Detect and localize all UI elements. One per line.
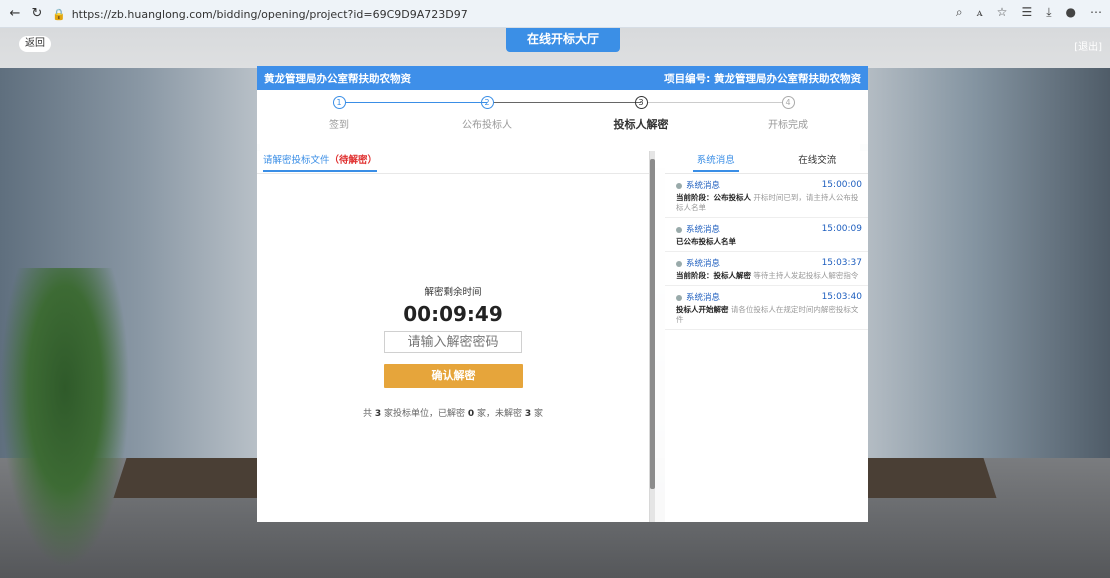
user-icon xyxy=(676,226,682,233)
message-sender: 系统消息 xyxy=(676,179,720,191)
user-icon xyxy=(676,182,682,189)
step-label: 签到 xyxy=(329,120,349,131)
tab-system-messages[interactable]: 系统消息 xyxy=(665,151,767,173)
message-item: 系统消息 15:00:00 当前阶段：公布投标人 开标时间已到，请主持人公布投标… xyxy=(665,174,868,218)
user-icon xyxy=(676,260,682,267)
favorites-icon[interactable]: ☰ xyxy=(1021,5,1032,20)
message-stage: 当前阶段：公布投标人 xyxy=(676,193,751,202)
step-number: 3 xyxy=(634,96,648,109)
step-opening-complete: 4 开标完成 xyxy=(748,96,828,131)
step-label: 投标人解密 xyxy=(613,118,669,131)
sender-name: 系统消息 xyxy=(686,181,721,191)
step-label: 开标完成 xyxy=(768,120,808,131)
message-sender: 系统消息 xyxy=(676,257,720,269)
decrypt-pane: 请解密投标文件（待解密） 解密剩余时间 00:09:49 确认解密 共 3 家投… xyxy=(257,151,655,522)
download-icon[interactable]: ⤓ xyxy=(1046,5,1051,20)
scrollbar-thumb[interactable] xyxy=(650,159,655,489)
remaining-time-label: 解密剩余时间 xyxy=(424,287,482,298)
sender-name: 系统消息 xyxy=(686,259,721,269)
reload-icon[interactable]: ↻ xyxy=(28,6,46,21)
message-text: 等待主持人发起投标人解密指令 xyxy=(753,271,859,280)
step-bidder-decrypt: 3 投标人解密 xyxy=(601,96,681,132)
back-button[interactable]: 返回 xyxy=(19,36,51,52)
url-text: https://zb.huanglong.com/bidding/opening… xyxy=(71,7,468,21)
message-sender: 系统消息 xyxy=(676,291,720,303)
sender-name: 系统消息 xyxy=(686,293,721,303)
plant xyxy=(0,268,130,568)
message-time: 15:03:37 xyxy=(821,258,862,268)
summary-text: 家投标单位，已解密 xyxy=(383,409,465,419)
profile-icon[interactable]: ● xyxy=(1066,5,1076,20)
sender-name: 系统消息 xyxy=(686,225,721,235)
countdown-timer: 00:09:49 xyxy=(403,302,503,326)
more-icon[interactable]: ⋯ xyxy=(1090,5,1102,20)
scrollbar[interactable] xyxy=(650,151,655,522)
search-icon[interactable]: ⌕ xyxy=(956,5,963,20)
summary-text: 家，未解密 xyxy=(477,409,523,419)
message-time: 15:00:09 xyxy=(821,224,862,234)
panel-header: 黄龙管理局办公室帮扶助农物资 项目编号: 黄龙管理局办公室帮扶助农物资 xyxy=(257,66,868,90)
step-number: 1 xyxy=(332,96,346,109)
message-item: 系统消息 15:00:09 已公布投标人名单 xyxy=(665,218,868,252)
decrypt-tab-label: 请解密投标文件 xyxy=(263,155,330,166)
hall-title: 在线开标大厅 xyxy=(506,28,620,52)
step-number: 2 xyxy=(480,96,494,109)
project-number: 项目编号: 黄龙管理局办公室帮扶助农物资 xyxy=(664,72,861,85)
summary-undecrypted: 3 xyxy=(524,409,532,419)
step-number: 4 xyxy=(781,96,795,109)
browser-toolbar: ← ↻ 🔒 https://zb.huanglong.com/bidding/o… xyxy=(0,0,1110,28)
browser-actions: ⌕ ꭺ ☆ ☰ ⤓ ● ⋯ xyxy=(956,5,1102,20)
exit-link[interactable]: [退出] xyxy=(1074,38,1102,53)
message-stage: 当前阶段：投标人解密 xyxy=(676,271,751,280)
message-body: 当前阶段：公布投标人 开标时间已到，请主持人公布投标人名单 xyxy=(676,193,862,213)
step-sign-in: 1 签到 xyxy=(299,96,379,131)
decrypt-summary: 共 3 家投标单位，已解密 0 家，未解密 3 家 xyxy=(257,406,649,419)
star-icon[interactable]: ☆ xyxy=(997,5,1008,20)
lock-icon: 🔒 xyxy=(52,7,66,21)
step-announce-bidders: 2 公布投标人 xyxy=(447,96,527,131)
summary-decrypted: 0 xyxy=(467,409,475,419)
step-label: 公布投标人 xyxy=(462,120,512,131)
confirm-decrypt-button[interactable]: 确认解密 xyxy=(384,364,523,388)
user-icon xyxy=(676,294,682,301)
main-panel: 黄龙管理局办公室帮扶助农物资 项目编号: 黄龙管理局办公室帮扶助农物资 1 签到… xyxy=(257,66,868,522)
address-bar[interactable]: 🔒 https://zb.huanglong.com/bidding/openi… xyxy=(52,4,772,24)
decrypt-status: （待解密） xyxy=(329,155,378,166)
message-tabs: 系统消息 在线交流 xyxy=(665,151,868,174)
message-stage: 投标人开始解密 xyxy=(676,305,729,314)
tab-label: 在线交流 xyxy=(798,155,837,166)
decrypt-password-input[interactable] xyxy=(384,331,522,353)
translate-icon[interactable]: ꭺ xyxy=(977,5,983,20)
message-time: 15:00:00 xyxy=(821,180,862,190)
summary-text: 共 xyxy=(362,409,372,419)
project-name: 黄龙管理局办公室帮扶助农物资 xyxy=(264,72,411,85)
message-body: 投标人开始解密 请各位投标人在规定时间内解密投标文件 xyxy=(676,305,862,325)
message-stage: 已公布投标人名单 xyxy=(676,237,736,246)
message-item: 系统消息 15:03:37 当前阶段：投标人解密 等待主持人发起投标人解密指令 xyxy=(665,252,868,286)
back-arrow-icon[interactable]: ← xyxy=(6,6,24,21)
message-time: 15:03:40 xyxy=(821,292,862,302)
summary-text: 家 xyxy=(534,409,544,419)
tab-online-chat[interactable]: 在线交流 xyxy=(767,151,869,173)
message-item: 系统消息 15:03:40 投标人开始解密 请各位投标人在规定时间内解密投标文件 xyxy=(665,286,868,330)
progress-steps: 1 签到 2 公布投标人 3 投标人解密 4 开标完成 xyxy=(257,90,868,144)
message-body: 已公布投标人名单 xyxy=(676,237,862,247)
summary-total: 3 xyxy=(374,409,382,419)
tab-label: 系统消息 xyxy=(692,151,739,172)
message-sender: 系统消息 xyxy=(676,223,720,235)
message-pane: 系统消息 在线交流 系统消息 15:00:00 当前阶段：公布投标人 开标时间已… xyxy=(665,151,868,522)
decrypt-tab[interactable]: 请解密投标文件（待解密） xyxy=(257,151,649,174)
message-body: 当前阶段：投标人解密 等待主持人发起投标人解密指令 xyxy=(676,271,862,281)
